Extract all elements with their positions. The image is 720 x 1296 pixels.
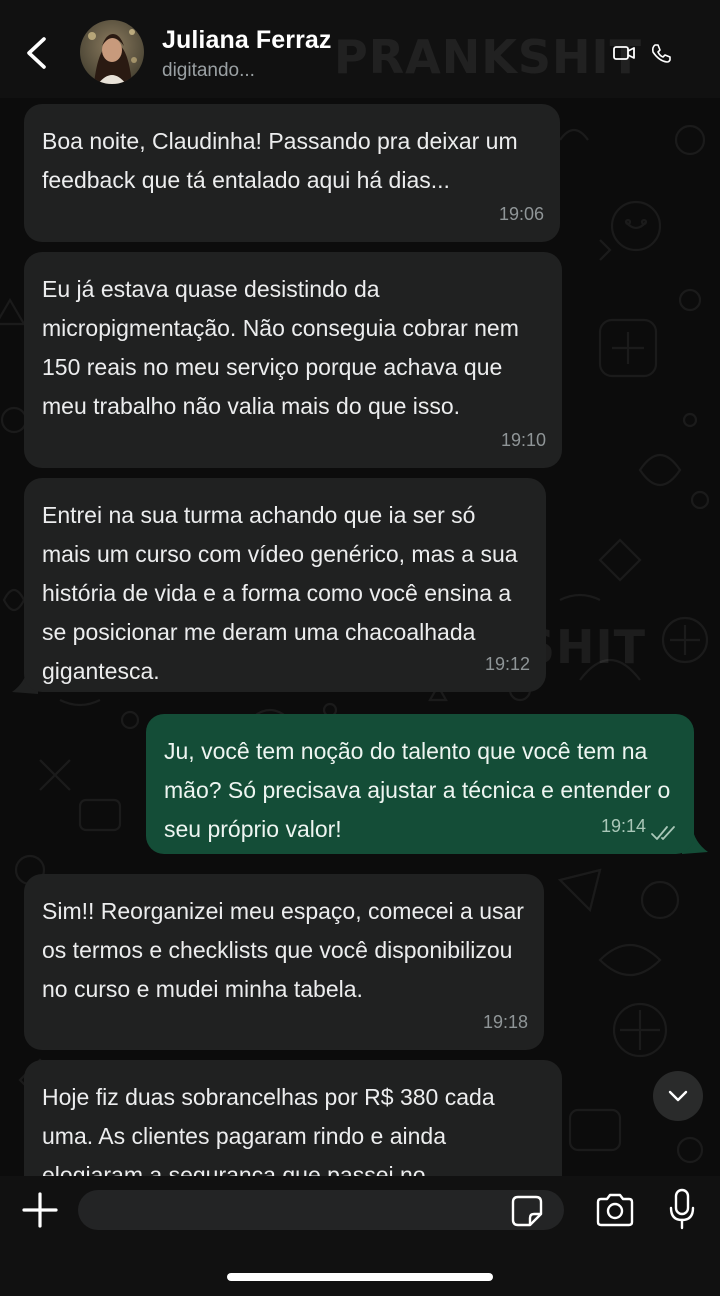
message-incoming[interactable]: Sim!! Reorganizei meu espaço, comecei a … [24, 874, 544, 1050]
phone-icon [651, 44, 671, 63]
avatar-photo [80, 20, 144, 84]
back-arrow-icon [27, 37, 46, 69]
plus-icon [22, 1192, 58, 1228]
camera-button[interactable] [594, 1192, 636, 1228]
sticker-button[interactable] [510, 1194, 544, 1228]
message-incoming[interactable]: Eu já estava quase desistindo da micropi… [24, 252, 562, 468]
message-time: 19:18 [482, 1012, 528, 1032]
message-input[interactable] [78, 1190, 564, 1230]
chevron-down-icon [668, 1090, 688, 1102]
double-check-icon [651, 826, 675, 840]
message-text: Sim!! Reorganizei meu espaço, comecei a … [42, 898, 524, 1002]
message-text: Entrei na sua turma achando que ia ser s… [42, 502, 518, 684]
avatar[interactable] [80, 20, 144, 84]
message-incoming[interactable]: Entrei na sua turma achando que ia ser s… [24, 478, 546, 692]
message-time: 19:14 [600, 816, 646, 836]
attach-button[interactable] [20, 1190, 60, 1230]
chat-header: Juliana Ferraz digitando... [0, 0, 720, 98]
voice-call-button[interactable] [650, 42, 672, 64]
sticker-icon [511, 1195, 543, 1227]
message-time: 19:06 [498, 204, 544, 224]
back-button[interactable] [18, 30, 54, 76]
mic-icon [669, 1188, 695, 1230]
contact-name[interactable]: Juliana Ferraz [162, 26, 332, 55]
message-time: 19:12 [484, 654, 530, 674]
message-time: 19:10 [500, 430, 546, 450]
message-text: Ju, você tem noção do talento que você t… [164, 738, 671, 842]
message-incoming[interactable]: Boa noite, Claudinha! Passando pra deixa… [24, 104, 560, 242]
home-indicator [227, 1273, 493, 1281]
typing-status: digitando... [162, 60, 255, 81]
mic-button[interactable] [668, 1188, 696, 1230]
camera-icon [596, 1193, 634, 1227]
video-call-button[interactable] [612, 42, 638, 64]
message-text: Eu já estava quase desistindo da micropi… [42, 276, 519, 419]
video-call-icon [613, 46, 635, 60]
scroll-to-bottom-button[interactable] [653, 1071, 703, 1121]
message-text: Boa noite, Claudinha! Passando pra deixa… [42, 128, 518, 193]
message-outgoing[interactable]: Ju, você tem noção do talento que você t… [146, 714, 694, 854]
